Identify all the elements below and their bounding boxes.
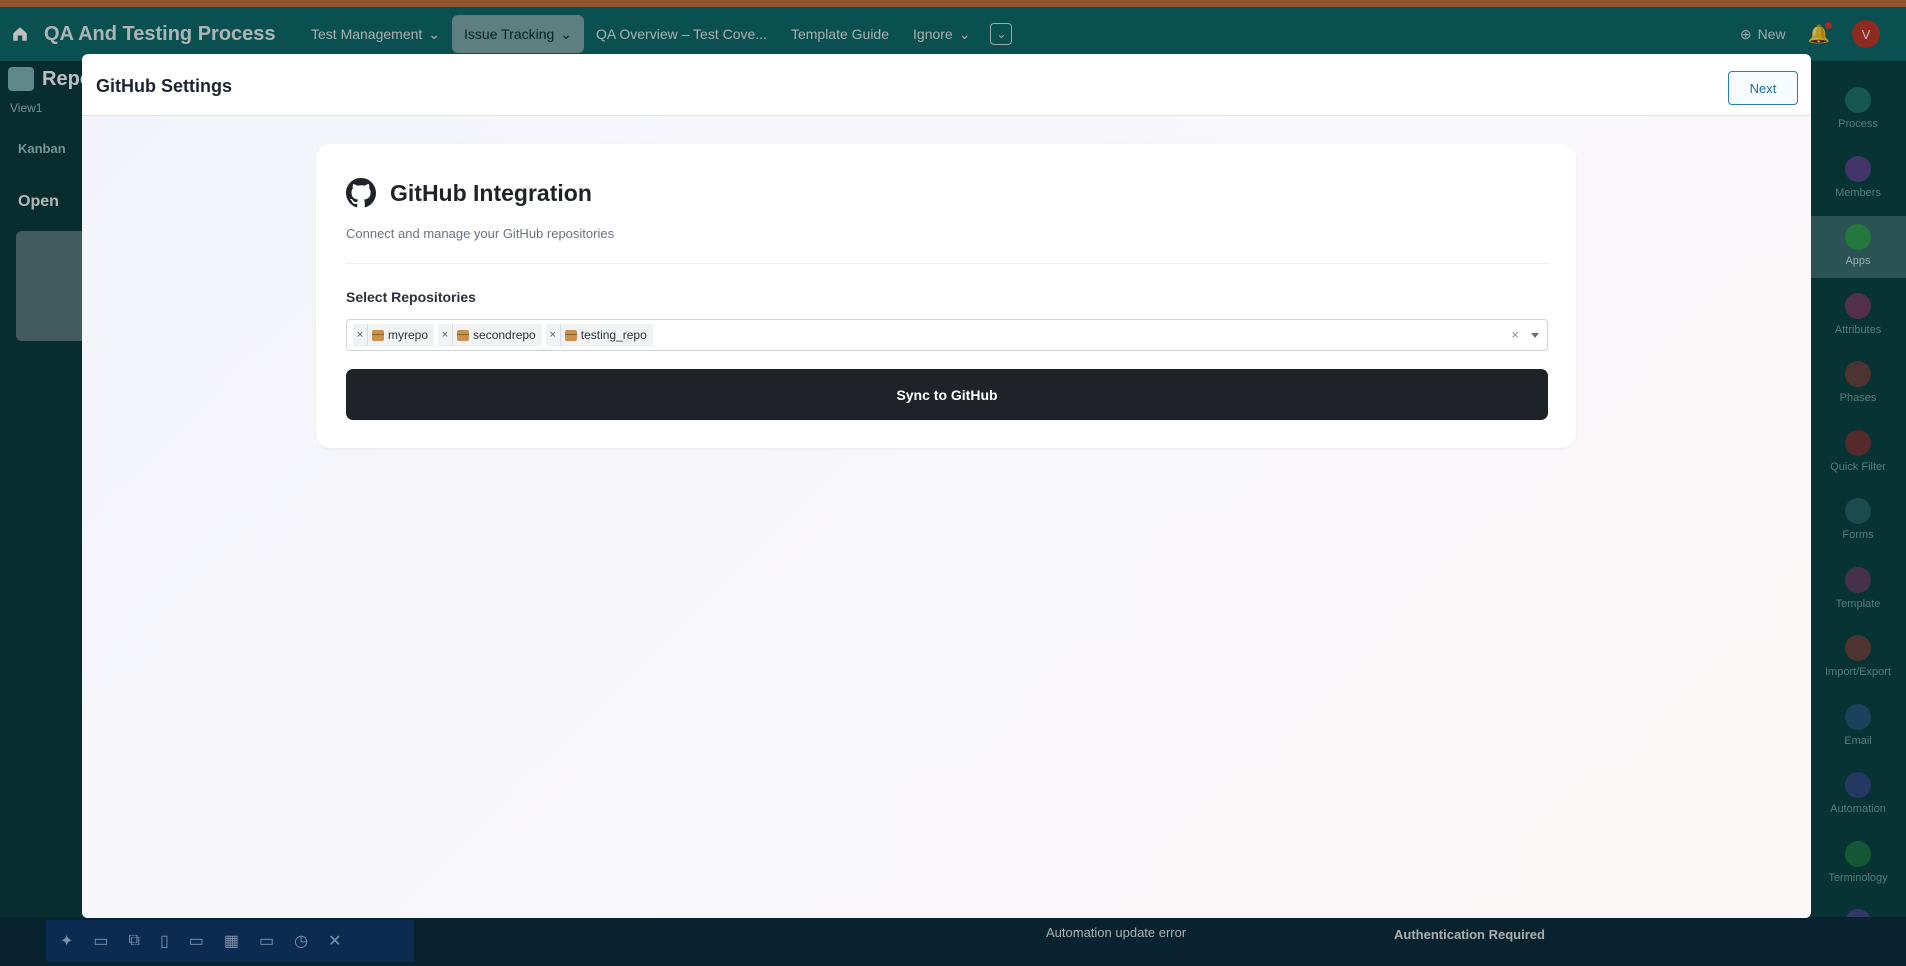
repo-chip: × testing_repo: [545, 324, 653, 346]
divider: [346, 263, 1548, 264]
modal-header: GitHub Settings Next: [82, 54, 1811, 116]
package-icon: [564, 329, 577, 341]
integration-header: GitHub Integration: [346, 178, 592, 208]
package-icon: [457, 329, 470, 341]
integration-title: GitHub Integration: [390, 179, 592, 206]
github-icon: [346, 178, 376, 208]
repo-name: secondrepo: [473, 328, 536, 342]
modal-body: GitHub Integration Connect and manage yo…: [82, 116, 1811, 918]
select-repositories-label: Select Repositories: [346, 289, 476, 305]
repo-chip: × myrepo: [353, 324, 435, 346]
package-icon: [372, 329, 384, 341]
sync-to-github-button[interactable]: Sync to GitHub: [346, 369, 1548, 420]
repo-chip-label: testing_repo: [561, 328, 653, 342]
clear-all-icon[interactable]: ×: [1511, 327, 1519, 342]
dropdown-arrow-icon[interactable]: [1531, 333, 1539, 338]
repository-multiselect[interactable]: × myrepo × secondrepo × testing_repo ×: [346, 319, 1548, 351]
github-integration-card: GitHub Integration Connect and manage yo…: [316, 144, 1576, 448]
remove-chip-icon[interactable]: ×: [438, 324, 454, 346]
modal-title: GitHub Settings: [96, 76, 232, 96]
integration-subtitle: Connect and manage your GitHub repositor…: [346, 226, 615, 241]
repo-name: myrepo: [388, 328, 429, 342]
repo-chip-label: secondrepo: [453, 328, 542, 342]
repo-chip-label: myrepo: [368, 328, 434, 342]
github-settings-modal: GitHub Settings Next GitHub Integration …: [82, 54, 1811, 918]
next-button[interactable]: Next: [1728, 71, 1798, 105]
repo-chip: × secondrepo: [438, 324, 542, 346]
remove-chip-icon[interactable]: ×: [353, 324, 368, 346]
remove-chip-icon[interactable]: ×: [546, 324, 561, 346]
repo-name: testing_repo: [580, 328, 647, 342]
